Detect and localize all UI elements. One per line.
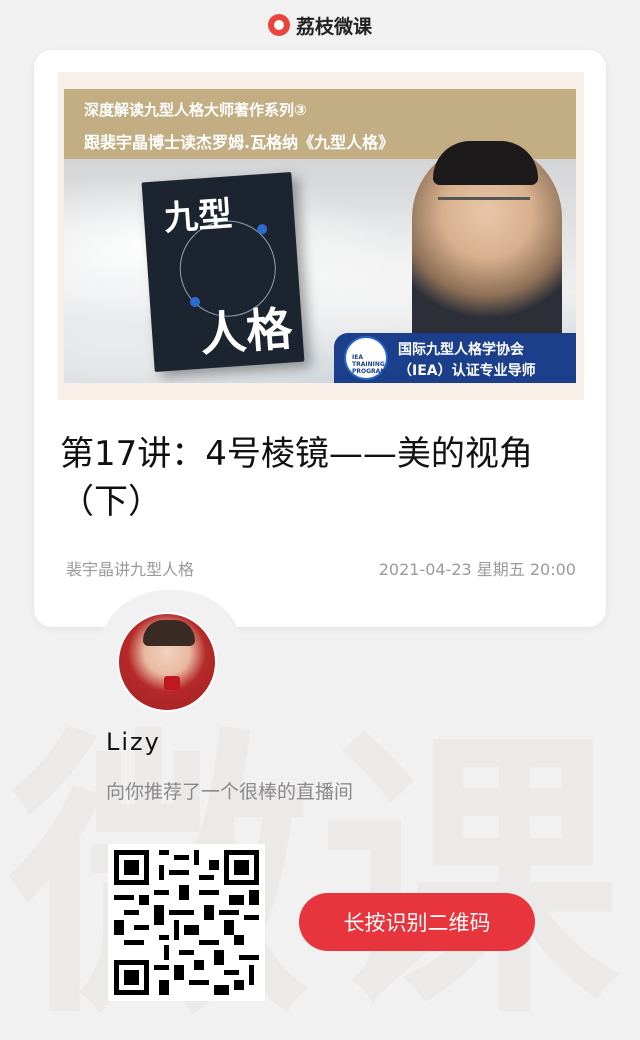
lizhi-logo-icon (267, 14, 290, 36)
banner-image: 深度解读九型人格大师著作系列③ 跟裴宇晶博士读杰罗姆.瓦格纳《九型人格》 九型 … (64, 89, 576, 383)
sharer-name: Lizy (106, 728, 161, 756)
instructor-hair (433, 141, 538, 185)
qr-code-icon (114, 850, 259, 995)
course-banner: 深度解读九型人格大师著作系列③ 跟裴宇晶博士读杰罗姆.瓦格纳《九型人格》 九型 … (58, 72, 584, 400)
lesson-title: 第17讲：4号棱镜——美的视角（下） (60, 434, 533, 522)
iea-badge-icon: IEA TRAINING PROGRAM (344, 336, 388, 380)
certification-line2: （IEA）认证专业导师 (398, 363, 536, 379)
banner-subtitle-text: 跟裴宇晶博士读杰罗姆.瓦格纳《九型人格》 (84, 133, 395, 152)
qr-code[interactable] (108, 844, 265, 1001)
iea-badge-text: IEA TRAINING PROGRAM (352, 354, 387, 375)
brand-logo-text: 荔枝微课 (295, 15, 372, 38)
certification-line1: 国际九型人格学协会 (398, 342, 524, 358)
heart-icon (164, 676, 180, 690)
lesson-meta: 裴宇晶讲九型人格 2021-04-23 星期五 20:00 (66, 556, 576, 580)
lesson-card[interactable]: 深度解读九型人格大师著作系列③ 跟裴宇晶博士读杰罗姆.瓦格纳《九型人格》 九型 … (34, 50, 606, 627)
book-dot (256, 223, 268, 235)
brand-header: 荔枝微课 (0, 10, 640, 40)
recommend-text: 向你推荐了一个很棒的直播间 (106, 781, 354, 803)
background-watermark: 微课 (10, 705, 630, 1040)
instructor-glasses (438, 197, 530, 211)
book-cover: 九型 人格 (141, 171, 305, 373)
banner-series-text: 深度解读九型人格大师著作系列③ (84, 101, 307, 119)
certification-strip: IEA TRAINING PROGRAM 国际九型人格学协会 （IEA）认证专业… (334, 333, 576, 383)
channel-name: 裴宇晶讲九型人格 (66, 560, 195, 579)
lesson-datetime: 2021-04-23 星期五 20:00 (378, 560, 576, 579)
book-title-bottom: 人格 (198, 301, 294, 362)
avatar-hair (143, 620, 195, 646)
sharer-avatar (117, 612, 217, 712)
long-press-qr-button[interactable]: 长按识别二维码 (299, 893, 535, 951)
book-title-top: 九型 (162, 194, 234, 239)
